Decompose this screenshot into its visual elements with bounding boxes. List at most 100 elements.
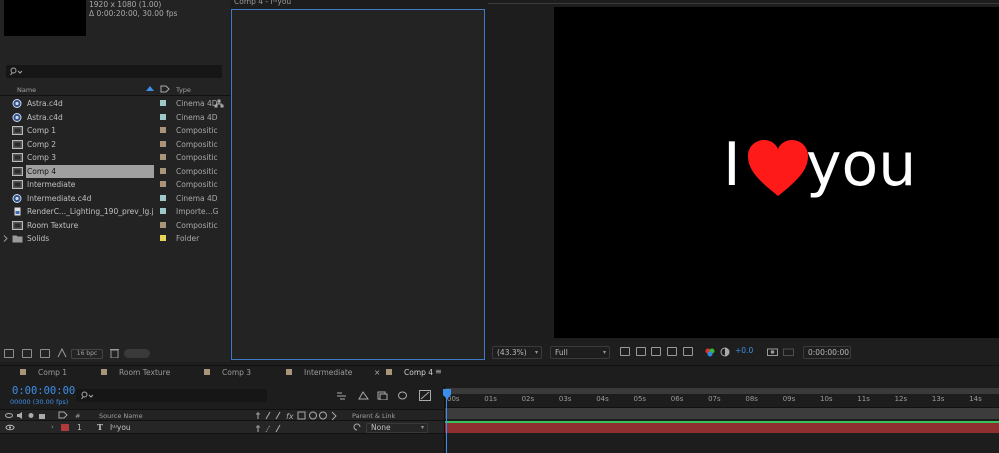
- project-item-name: Astra.c4d: [27, 112, 63, 122]
- viewer-timecode[interactable]: 0:00:00:00: [803, 346, 851, 359]
- layer-column-header: # Source Name fx Parent & Link: [0, 409, 444, 421]
- transparency-grid-icon[interactable]: [636, 347, 646, 356]
- timeline-tab[interactable]: Room Texture: [101, 368, 170, 377]
- text-layer-icon: T: [97, 422, 103, 432]
- hierarchy-icon: [214, 99, 224, 108]
- search-icon: [10, 67, 22, 76]
- label-swatch[interactable]: [160, 208, 166, 214]
- comp-icon: [12, 220, 23, 230]
- playhead-handle-icon[interactable]: [443, 389, 451, 399]
- label-swatch[interactable]: [160, 235, 166, 241]
- label-swatch[interactable]: [160, 127, 166, 133]
- layer-panel[interactable]: [231, 9, 485, 360]
- project-item-row[interactable]: RenderC..._Lighting_190_prev_lg.jpg Impor…: [0, 205, 226, 219]
- ruler-tick-label: 08s: [745, 395, 758, 403]
- label-swatch[interactable]: [160, 154, 166, 160]
- magnification-dropdown[interactable]: (43.3%) ▾: [492, 346, 542, 359]
- expand-arrow-icon[interactable]: ›: [51, 421, 54, 434]
- project-search-input[interactable]: [6, 65, 222, 78]
- trash-icon[interactable]: [110, 348, 119, 358]
- project-item-type: Folder: [176, 234, 200, 243]
- bit-depth-button[interactable]: 16 bpc: [71, 349, 103, 359]
- tab-color-swatch: [101, 369, 107, 375]
- label-swatch[interactable]: [160, 167, 166, 174]
- new-folder-icon[interactable]: [22, 349, 32, 358]
- project-item-row[interactable]: Room Texture Compositic: [0, 219, 226, 233]
- toggle-view-icon[interactable]: [683, 347, 693, 356]
- timeline-tab[interactable]: Comp 1: [20, 368, 67, 377]
- interpret-footage-icon[interactable]: [4, 349, 14, 358]
- parent-dropdown[interactable]: None ▾: [366, 423, 428, 433]
- label-swatch[interactable]: [160, 100, 166, 106]
- exposure-value[interactable]: +0.0: [735, 346, 753, 355]
- source-name-header[interactable]: Source Name: [99, 412, 143, 420]
- project-item-row[interactable]: Comp 2 Compositic: [0, 138, 226, 152]
- work-area-bar[interactable]: [445, 407, 999, 419]
- thumbnail-size-slider[interactable]: [124, 349, 150, 358]
- project-item-row[interactable]: Solids Folder: [0, 232, 226, 246]
- timeline-tab[interactable]: Comp 4: [386, 368, 433, 377]
- eye-icon[interactable]: [5, 421, 15, 434]
- draft-3d-icon[interactable]: [358, 391, 369, 400]
- project-item-name: Intermediate: [27, 180, 76, 189]
- snapshot-camera-icon[interactable]: [767, 347, 778, 356]
- label-tag-icon: [58, 411, 68, 419]
- name-column-header[interactable]: Name: [17, 86, 36, 94]
- guides-icon[interactable]: [667, 347, 677, 356]
- label-swatch[interactable]: [160, 194, 166, 201]
- tab-color-swatch: [204, 369, 210, 375]
- empty-track: [445, 434, 999, 453]
- comp-icon: [12, 180, 23, 189]
- sort-ascending-icon[interactable]: [146, 85, 155, 93]
- project-item-type: Cinema 4D: [176, 99, 218, 108]
- hide-shy-layers-icon[interactable]: [377, 391, 388, 400]
- label-swatch[interactable]: [160, 140, 166, 147]
- project-item-row[interactable]: Intermediate Compositic: [0, 178, 226, 192]
- layer-label-swatch[interactable]: [61, 424, 69, 431]
- comp-icon: [12, 139, 23, 149]
- layer-switch-icons[interactable]: [256, 421, 286, 434]
- show-snapshot-icon[interactable]: [783, 347, 794, 356]
- render-icon[interactable]: [57, 348, 67, 358]
- project-item-row[interactable]: Astra.c4d Cinema 4D: [0, 97, 226, 111]
- tab-color-swatch: [286, 369, 292, 375]
- project-item-row[interactable]: Astra.c4d Cinema 4D: [0, 111, 226, 125]
- project-item-name: Room Texture: [27, 220, 79, 230]
- expand-arrow-icon[interactable]: [3, 235, 8, 242]
- panel-menu-icon[interactable]: ≡: [435, 367, 442, 376]
- resolution-dropdown[interactable]: Full ▾: [550, 346, 610, 359]
- project-item-row[interactable]: Intermediate.c4d Cinema 4D: [0, 192, 226, 206]
- type-column-header[interactable]: Type: [176, 86, 191, 94]
- graph-editor-icon[interactable]: [419, 390, 431, 401]
- layer-name[interactable]: Iᵚyou: [110, 421, 131, 434]
- comp-icon: [12, 166, 23, 176]
- project-item-type: Compositic: [176, 153, 218, 162]
- project-item-row[interactable]: Comp 3 Compositic: [0, 151, 226, 165]
- label-tag-icon[interactable]: [160, 85, 170, 93]
- project-item-row[interactable]: Comp 1 Compositic: [0, 124, 226, 138]
- project-item-row[interactable]: Comp 4 Compositic: [0, 164, 226, 179]
- image-file-icon: [12, 207, 23, 216]
- timeline-tab[interactable]: Intermediate: [286, 368, 352, 377]
- chevron-down-icon: ▾: [534, 349, 538, 356]
- label-swatch[interactable]: [160, 221, 166, 228]
- tab-label: Comp 1: [38, 368, 68, 377]
- exposure-reset-icon[interactable]: [720, 347, 730, 357]
- timeline-tab[interactable]: Comp 3: [204, 368, 251, 377]
- pick-whip-icon[interactable]: [352, 421, 362, 434]
- frame-blending-icon[interactable]: [397, 391, 407, 400]
- new-composition-icon[interactable]: [40, 349, 50, 358]
- region-of-interest-icon[interactable]: [620, 347, 630, 356]
- project-item-type: Compositic: [176, 166, 218, 176]
- comp-flowchart-icon[interactable]: [336, 391, 346, 400]
- label-swatch[interactable]: [160, 181, 166, 187]
- color-channels-icon[interactable]: [705, 347, 715, 357]
- timeline-search-input[interactable]: [76, 389, 267, 402]
- mask-visibility-icon[interactable]: [651, 347, 661, 356]
- close-tab-icon[interactable]: ×: [374, 368, 380, 377]
- current-time-display[interactable]: 0:00:00:00: [12, 385, 75, 397]
- ruler-tick-label: 14s: [969, 395, 982, 403]
- playhead-line[interactable]: [446, 393, 447, 453]
- layer-duration-bar[interactable]: [445, 421, 999, 433]
- label-swatch[interactable]: [160, 113, 166, 120]
